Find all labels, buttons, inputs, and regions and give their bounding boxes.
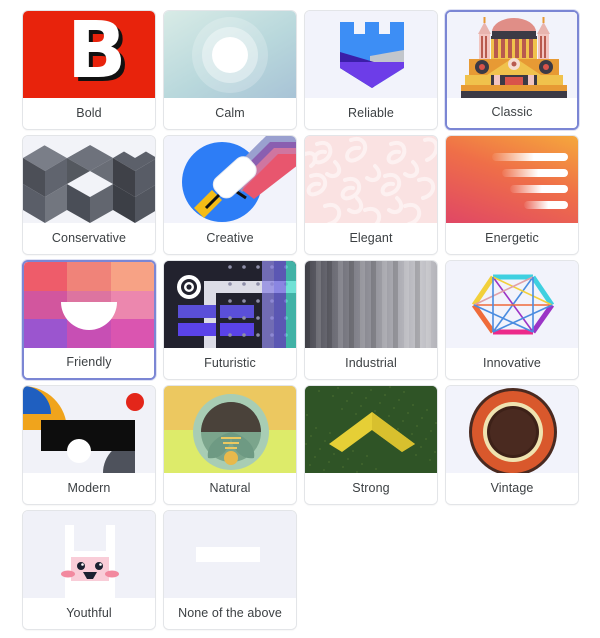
calm-glowing-circle-illustration	[164, 11, 296, 98]
style-card-bold[interactable]: B Bold	[22, 10, 156, 130]
style-card-label: Futuristic	[164, 348, 296, 379]
vintage-concentric-rings-illustration	[446, 386, 578, 473]
style-card-conservative[interactable]: Conservative	[22, 135, 156, 255]
style-card-label: Natural	[164, 473, 296, 504]
natural-sunrise-leaf-illustration	[164, 386, 296, 473]
youthful-bunny-face-illustration	[23, 511, 155, 598]
creative-paint-roller-illustration	[164, 136, 296, 223]
modern-abstract-shapes-illustration	[23, 386, 155, 473]
industrial-brushed-metal-illustration	[305, 261, 437, 348]
energetic-speed-lines-illustration	[446, 136, 578, 223]
style-card-energetic[interactable]: Energetic	[445, 135, 579, 255]
reliable-castle-shield-illustration	[305, 11, 437, 98]
innovative-hexagon-network-illustration	[446, 261, 578, 348]
style-card-label: Bold	[23, 98, 155, 129]
style-card-futuristic[interactable]: Futuristic	[163, 260, 297, 380]
style-card-natural[interactable]: Natural	[163, 385, 297, 505]
style-card-none[interactable]: None of the above	[163, 510, 297, 630]
style-card-youthful[interactable]: Youthful	[22, 510, 156, 630]
style-card-label: Vintage	[446, 473, 578, 504]
friendly-color-grid-bowl-illustration	[24, 262, 154, 348]
style-card-label: Friendly	[24, 348, 154, 378]
style-card-industrial[interactable]: Industrial	[304, 260, 438, 380]
style-option-grid: B Bold Calm Reliable Classic Conservativ…	[0, 0, 600, 630]
style-card-innovative[interactable]: Innovative	[445, 260, 579, 380]
style-card-label: Modern	[23, 473, 155, 504]
classic-domed-building-illustration	[447, 12, 577, 98]
style-card-label: Innovative	[446, 348, 578, 379]
style-card-friendly[interactable]: Friendly	[22, 260, 156, 380]
style-card-label: Elegant	[305, 223, 437, 254]
elegant-damask-pattern-illustration	[305, 136, 437, 223]
style-card-calm[interactable]: Calm	[163, 10, 297, 130]
style-card-modern[interactable]: Modern	[22, 385, 156, 505]
conservative-isometric-cubes-illustration	[23, 136, 155, 223]
style-card-label: Calm	[164, 98, 296, 129]
style-card-label: None of the above	[164, 598, 296, 629]
style-card-classic[interactable]: Classic	[445, 10, 579, 130]
style-card-vintage[interactable]: Vintage	[445, 385, 579, 505]
strong-chevron-illustration	[305, 386, 437, 473]
style-card-label: Industrial	[305, 348, 437, 379]
style-card-label: Youthful	[23, 598, 155, 629]
style-card-elegant[interactable]: Elegant	[304, 135, 438, 255]
style-card-label: Classic	[447, 98, 577, 128]
blank-placeholder-illustration	[164, 511, 296, 598]
futuristic-circuit-target-illustration	[164, 261, 296, 348]
style-card-label: Creative	[164, 223, 296, 254]
bold-letter-b-illustration: B	[23, 11, 155, 98]
style-card-label: Reliable	[305, 98, 437, 129]
style-card-creative[interactable]: Creative	[163, 135, 297, 255]
style-card-label: Energetic	[446, 223, 578, 254]
style-card-reliable[interactable]: Reliable	[304, 10, 438, 130]
style-card-label: Conservative	[23, 223, 155, 254]
style-card-strong[interactable]: Strong	[304, 385, 438, 505]
style-card-label: Strong	[305, 473, 437, 504]
